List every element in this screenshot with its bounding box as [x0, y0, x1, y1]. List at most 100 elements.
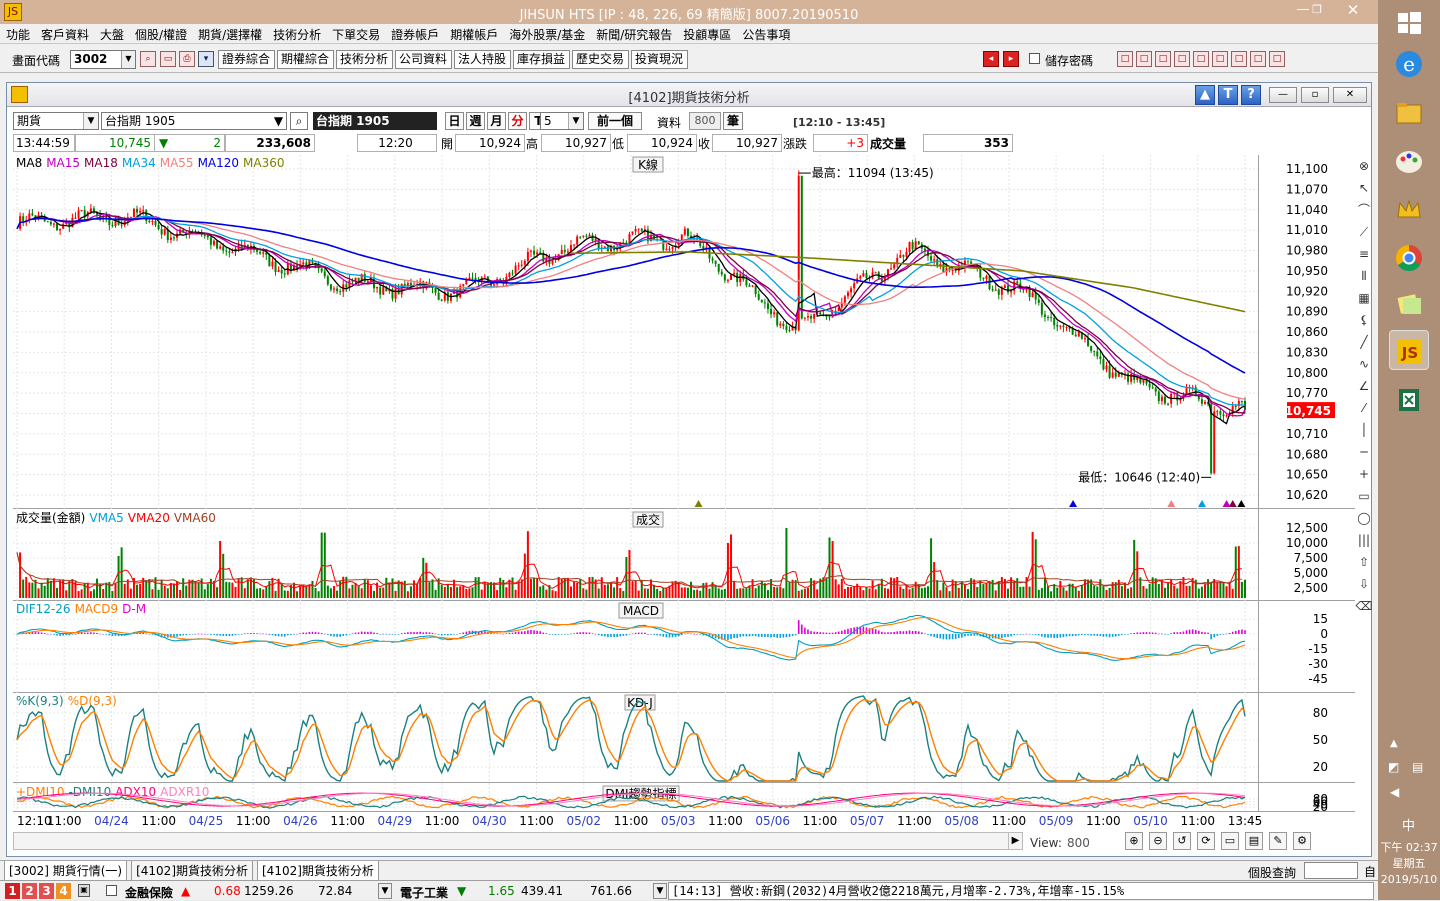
pen-icon[interactable]: ✎: [1269, 832, 1287, 850]
zoom-out-icon[interactable]: ⊖: [1149, 832, 1167, 850]
toolbar-button-2[interactable]: 技術分析: [336, 50, 393, 69]
toolbar-button-7[interactable]: 投資現況: [631, 50, 688, 69]
chart-area[interactable]: 12:1011:00 04/24 11:00 04/25 11:00 04/26 11:00…: [13, 155, 1355, 830]
window-icon[interactable]: ▭: [1221, 832, 1239, 850]
unit-label[interactable]: 筆: [723, 112, 743, 130]
jihsun-hts-icon[interactable]: JS: [1389, 330, 1429, 370]
crown-app-icon[interactable]: [1389, 190, 1429, 230]
menu-7[interactable]: 證券帳戶: [385, 24, 444, 43]
page-2-button[interactable]: 2: [22, 883, 37, 899]
select-tool-icon[interactable]: ↖: [1355, 177, 1373, 199]
symbol-search-button[interactable]: ⌕: [290, 112, 308, 130]
market-select[interactable]: 期貨 ▼: [13, 112, 99, 130]
grid-tool-icon[interactable]: ▦: [1355, 287, 1373, 309]
menu-10[interactable]: 新聞/研究報告: [590, 24, 677, 43]
clock[interactable]: 下午 02:37 星期五 2019/5/10: [1378, 840, 1440, 888]
code-input[interactable]: 3002 ▼: [70, 50, 136, 69]
explorer-icon[interactable]: [1389, 94, 1429, 134]
view-value[interactable]: 800: [1067, 836, 1090, 850]
page-1-button[interactable]: 1: [5, 883, 20, 899]
menu-6[interactable]: 下單交易: [326, 24, 385, 43]
window-tab-2[interactable]: [4102]期貨技術分析: [257, 861, 379, 881]
arc-tool-icon[interactable]: ⌒: [1355, 199, 1373, 221]
wave-tool-icon[interactable]: ∿: [1355, 353, 1373, 375]
chevron-down-icon[interactable]: ▼: [83, 113, 98, 129]
up-tool-icon[interactable]: ⇧: [1355, 551, 1373, 573]
window-tool-icon[interactable]: □: [1155, 51, 1171, 67]
tray-expand-icon[interactable]: ▲: [1390, 738, 1398, 749]
text-tool-icon[interactable]: □: [1193, 51, 1209, 67]
help-icon[interactable]: ?: [1241, 85, 1261, 105]
chrome-icon[interactable]: [1389, 238, 1429, 278]
scroll-right-icon[interactable]: ▶: [1008, 833, 1022, 849]
tray-app-icon[interactable]: ◩: [1388, 760, 1399, 774]
chevron-down-icon[interactable]: ▼: [568, 113, 583, 129]
toolbar-button-1[interactable]: 期權綜合: [277, 50, 334, 69]
symbol-select[interactable]: 台指期 1905 ▼: [101, 112, 287, 130]
page-3-button[interactable]: 3: [39, 883, 54, 899]
print-tool-icon[interactable]: □: [1250, 51, 1266, 67]
sticky-notes-icon[interactable]: [1389, 284, 1429, 324]
print-icon[interactable]: ⎙: [179, 51, 195, 67]
period-1[interactable]: 週: [466, 112, 485, 130]
toolbar-button-6[interactable]: 歷史交易: [572, 50, 629, 69]
toolbar-button-0[interactable]: 證券綜合: [218, 50, 275, 69]
ray-tool-icon[interactable]: ⁄: [1355, 397, 1373, 419]
chevron-down-icon[interactable]: ▼: [653, 883, 667, 899]
horizontal-scrollbar[interactable]: ▶: [13, 832, 1023, 850]
zoom-in-icon[interactable]: ⊕: [1125, 832, 1143, 850]
eraser-tool-icon[interactable]: ⌫: [1355, 595, 1373, 617]
fan-tool-icon[interactable]: ⚸: [1355, 309, 1373, 331]
volume-title[interactable]: 成交: [636, 512, 660, 527]
menu-1[interactable]: 客戶資料: [35, 24, 94, 43]
vlines-tool-icon[interactable]: ⦀: [1355, 265, 1373, 287]
windows-start-icon[interactable]: [1389, 2, 1429, 42]
text-icon[interactable]: T: [1218, 85, 1238, 105]
chevron-down-icon[interactable]: ▼: [121, 51, 135, 68]
window2-tool-icon[interactable]: □: [1269, 51, 1285, 67]
menu-2[interactable]: 大盤: [94, 24, 129, 43]
vline-tool-icon[interactable]: │: [1355, 419, 1373, 441]
link-tool-icon[interactable]: □: [1212, 51, 1228, 67]
layout-icon[interactable]: ▤: [1245, 832, 1263, 850]
tile-tool-icon[interactable]: □: [1174, 51, 1190, 67]
child-restore-button[interactable]: ▫: [1301, 87, 1329, 103]
excel-icon[interactable]: [1389, 380, 1429, 420]
toolbar-button-3[interactable]: 公司資料: [395, 50, 452, 69]
plus-tool-icon[interactable]: +: [1355, 463, 1373, 485]
search-icon[interactable]: ⌕: [140, 51, 156, 67]
kd-title[interactable]: KD-J: [627, 696, 653, 710]
ie-icon[interactable]: e: [1389, 44, 1429, 84]
bars-tool-icon[interactable]: |||: [1355, 529, 1373, 551]
angle-tool-icon[interactable]: ∠: [1355, 375, 1373, 397]
cancel-tool-icon[interactable]: ⊗: [1355, 155, 1373, 177]
toolbar-button-4[interactable]: 法人持股: [454, 50, 511, 69]
child-close-button[interactable]: ✕: [1333, 87, 1367, 103]
arrow-left-icon[interactable]: ◂: [983, 51, 999, 67]
cross-tool-icon[interactable]: □: [1136, 51, 1152, 67]
hline-tool-icon[interactable]: ─: [1355, 441, 1373, 463]
macd-title[interactable]: MACD: [623, 604, 659, 618]
interval-select[interactable]: 5 ▼: [540, 112, 584, 130]
window-tab-1[interactable]: [4102]期貨技術分析: [131, 861, 253, 881]
dropdown-icon[interactable]: ▾: [198, 51, 214, 67]
toolbar-button-5[interactable]: 庫存損益: [513, 50, 570, 69]
window-icon[interactable]: ▭: [160, 51, 176, 67]
child-minimize-button[interactable]: —: [1269, 87, 1297, 103]
stock-query-input[interactable]: [1304, 862, 1358, 879]
menu-4[interactable]: 期貨/選擇權: [192, 24, 267, 43]
hlines-tool-icon[interactable]: ≡: [1355, 243, 1373, 265]
trend-tool-icon[interactable]: ╱: [1355, 331, 1373, 353]
up-icon[interactable]: ▲: [1195, 85, 1215, 105]
refresh-icon[interactable]: ⟳: [1197, 832, 1215, 850]
network-icon[interactable]: ▤: [1412, 760, 1423, 774]
ellipse-tool-icon[interactable]: ◯: [1355, 507, 1373, 529]
status-checkbox[interactable]: [106, 885, 117, 896]
chevron-down-icon[interactable]: ▼: [378, 883, 392, 899]
line-tool-icon[interactable]: ⟋: [1355, 221, 1373, 243]
lock-icon[interactable]: ▣: [78, 884, 90, 897]
menu-8[interactable]: 期權帳戶: [444, 24, 503, 43]
period-0[interactable]: 日: [445, 112, 464, 130]
close-button[interactable]: ✕: [1330, 0, 1376, 22]
settings-icon[interactable]: ⚙: [1293, 832, 1311, 850]
